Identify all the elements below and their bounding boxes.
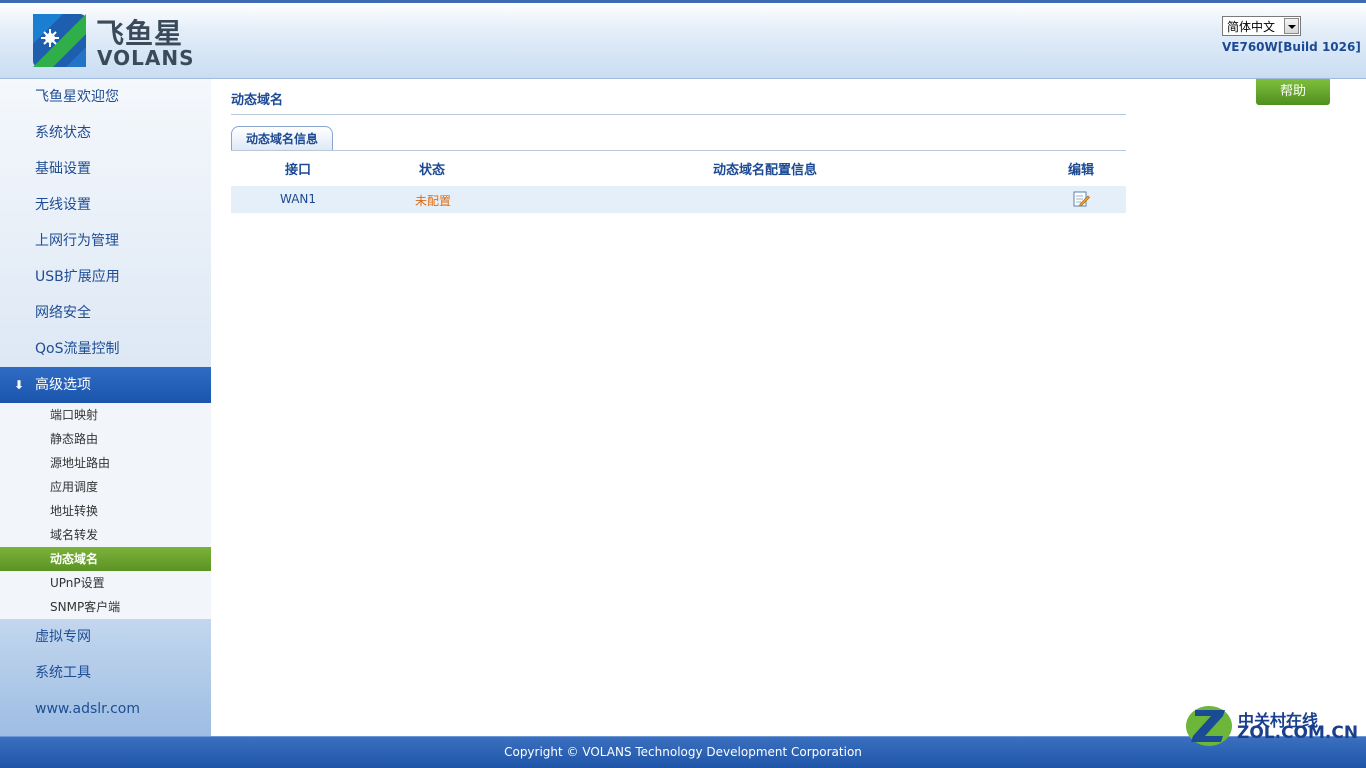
sidebar-link-website[interactable]: www.adslr.com [0, 691, 211, 727]
volans-logo-mark [33, 14, 86, 67]
submenu-item-nat[interactable]: 地址转换 [0, 499, 211, 523]
column-header-edit: 编辑 [1068, 163, 1095, 178]
sidebar-item-advanced[interactable]: ⬇ 高级选项 [0, 367, 211, 403]
sidebar-item-qos[interactable]: QoS流量控制 [0, 331, 211, 367]
footer: Copyright © VOLANS Technology Developmen… [0, 736, 1366, 768]
sidebar-item-network-security[interactable]: 网络安全 [0, 295, 211, 331]
sidebar-item-welcome[interactable]: 飞鱼星欢迎您 [0, 79, 211, 115]
sidebar-item-system-status[interactable]: 系统状态 [0, 115, 211, 151]
main-content: 动态域名 帮助 动态域名信息 接口 状态 动态域名配置信息 编辑 WAN1 未配… [211, 79, 1366, 736]
zol-text-en: ZOL.COM.CN [1237, 723, 1359, 743]
tab-ddns-info[interactable]: 动态域名信息 [231, 126, 333, 150]
submenu-item-dns-forward[interactable]: 域名转发 [0, 523, 211, 547]
row-interface: WAN1 [280, 192, 317, 206]
row-status: 未配置 [415, 194, 452, 208]
logo-text-en: VOLANS [97, 46, 195, 70]
copyright-text: Copyright © VOLANS Technology Developmen… [504, 745, 862, 759]
chevron-down-icon[interactable] [1284, 18, 1299, 34]
sidebar-bottom-group: 虚拟专网 系统工具 www.adslr.com [0, 619, 211, 736]
firmware-version: VE760W[Build 1026] [1222, 40, 1361, 54]
sidebar-item-basic-settings[interactable]: 基础设置 [0, 151, 211, 187]
double-chevron-down-icon: ⬇ [14, 378, 25, 392]
submenu-item-port-mapping[interactable]: 端口映射 [0, 403, 211, 427]
submenu-item-ddns[interactable]: 动态域名 [0, 547, 211, 571]
language-select-value: 简体中文 [1227, 20, 1276, 34]
sidebar-item-vpn[interactable]: 虚拟专网 [0, 619, 211, 655]
column-header-status: 状态 [419, 163, 446, 178]
tab-divider [231, 150, 1126, 151]
help-button[interactable]: 帮助 [1256, 79, 1330, 105]
sidebar: 飞鱼星欢迎您 系统状态 基础设置 无线设置 上网行为管理 USB扩展应用 网络安… [0, 79, 211, 736]
submenu-item-upnp[interactable]: UPnP设置 [0, 571, 211, 595]
header: 飞鱼星 VOLANS 简体中文 VE760W[Build 1026] [0, 0, 1366, 79]
submenu-item-source-route[interactable]: 源地址路由 [0, 451, 211, 475]
zol-watermark: 中关村在线 ZOL.COM.CN [1185, 700, 1358, 748]
language-select[interactable]: 简体中文 [1222, 16, 1301, 36]
volans-logo: 飞鱼星 VOLANS [33, 14, 195, 70]
submenu-item-static-route[interactable]: 静态路由 [0, 427, 211, 451]
sidebar-item-usb-apps[interactable]: USB扩展应用 [0, 259, 211, 295]
page-title: 动态域名 [231, 93, 284, 108]
table-row [231, 186, 1126, 213]
divider [231, 114, 1126, 115]
sidebar-item-system-tools[interactable]: 系统工具 [0, 655, 211, 691]
column-header-interface: 接口 [285, 163, 312, 178]
submenu-item-app-schedule[interactable]: 应用调度 [0, 475, 211, 499]
advanced-submenu: 端口映射 静态路由 源地址路由 应用调度 地址转换 域名转发 动态域名 UPnP… [0, 403, 211, 619]
sidebar-item-behavior-management[interactable]: 上网行为管理 [0, 223, 211, 259]
sidebar-item-wireless-settings[interactable]: 无线设置 [0, 187, 211, 223]
sidebar-item-advanced-label: 高级选项 [35, 377, 91, 393]
column-header-config-info: 动态域名配置信息 [713, 163, 818, 178]
zol-logo-icon [1186, 706, 1232, 746]
sidebar-top-group: 飞鱼星欢迎您 系统状态 基础设置 无线设置 上网行为管理 USB扩展应用 网络安… [0, 79, 211, 367]
edit-icon[interactable] [1073, 191, 1090, 207]
submenu-item-snmp[interactable]: SNMP客户端 [0, 595, 211, 619]
